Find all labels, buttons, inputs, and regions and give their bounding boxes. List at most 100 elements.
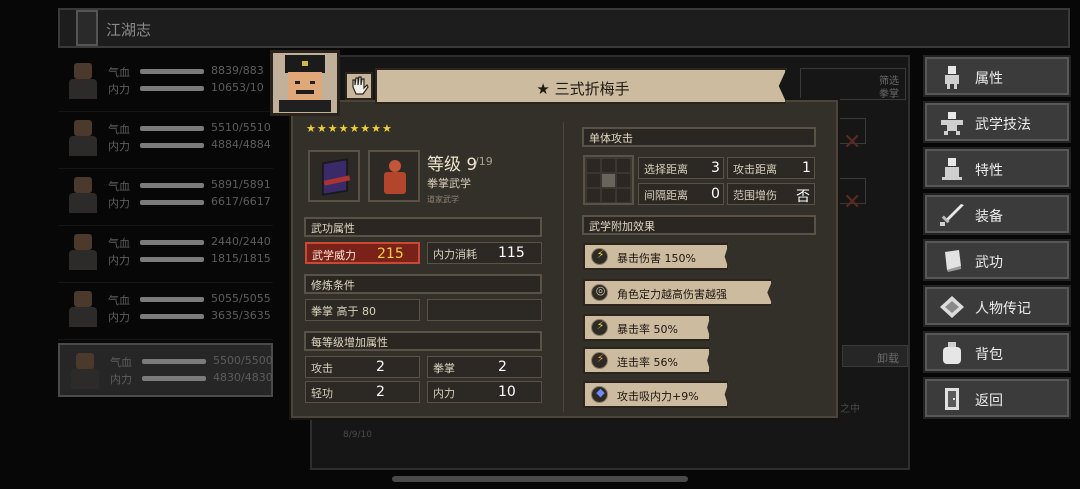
focus-icon: ◎: [591, 284, 608, 301]
remove-icon: ✕: [843, 130, 862, 155]
character-row[interactable]: 气血 5891/5891 内力 6617/6617: [58, 169, 273, 226]
hp-label: 气血: [108, 294, 130, 307]
effects-section-header: 武学附加效果: [582, 215, 816, 235]
menu-label: 武学技法: [975, 117, 1031, 133]
character-portrait: [66, 291, 100, 329]
interval-range-label: 间隔距离: [644, 189, 688, 202]
side-menu: 属性 武学技法 特性 装备 武功 人物传记 背包 返回: [923, 55, 1071, 423]
requirement-cell-empty: [427, 299, 542, 321]
character-row[interactable]: 气血 5510/5510 内力 4884/4884: [58, 112, 273, 169]
remove-icon: ✕: [843, 190, 862, 215]
door-icon: [945, 388, 959, 410]
journal-icon: [76, 10, 98, 46]
skill-school-sub: 道家武学: [427, 195, 459, 204]
character-portrait: [66, 177, 100, 215]
menu-attributes-button[interactable]: 属性: [923, 55, 1071, 97]
trait-icon: [942, 158, 962, 180]
scroll-icon: [940, 296, 964, 318]
per-level-value: 10: [498, 384, 516, 400]
range-grid: [583, 155, 634, 205]
power-label: 武学威力: [312, 249, 356, 262]
hp-label: 气血: [108, 180, 130, 193]
power-cell: 武学威力 215: [305, 242, 420, 264]
palm-icon: [345, 72, 373, 100]
hp-value: 5891/5891: [211, 178, 271, 191]
hp-bar: [140, 240, 204, 245]
effect-text: 暴击伤害 150%: [617, 252, 696, 265]
interval-range-cell: 间隔距离 0: [638, 183, 724, 205]
background-text: 之中: [840, 404, 860, 415]
character-portrait: [66, 234, 100, 272]
character-portrait: [66, 120, 100, 158]
effect-combo-rate: ⚡ 连击率 56%: [583, 347, 711, 374]
menu-biography-button[interactable]: 人物传记: [923, 285, 1071, 327]
select-range-label: 选择距离: [644, 163, 688, 176]
per-level-label: 轻功: [311, 387, 333, 400]
menu-return-button[interactable]: 返回: [923, 377, 1071, 419]
menu-martial-techniques-button[interactable]: 武学技法: [923, 101, 1071, 143]
menu-label: 武功: [975, 255, 1003, 271]
per-level-attack: 攻击 2: [305, 356, 420, 378]
section-label: 武学附加效果: [589, 220, 655, 233]
hp-bar: [142, 359, 206, 364]
mp-value: 1815/1815: [211, 252, 271, 265]
mp-label: 内力: [108, 254, 130, 267]
unequip-button[interactable]: 卸载: [842, 345, 908, 367]
per-level-agility: 轻功 2: [305, 381, 420, 403]
attack-range-label: 攻击距离: [733, 163, 777, 176]
page-title: 江湖志: [106, 21, 152, 39]
skill-level: 等级 9: [427, 155, 478, 175]
menu-bag-button[interactable]: 背包: [923, 331, 1071, 373]
mp-label: 内力: [108, 83, 130, 96]
character-portrait: [68, 353, 102, 391]
menu-kungfu-button[interactable]: 武功: [923, 239, 1071, 281]
skill-school: 拳掌武学: [427, 177, 471, 190]
hp-value: 2440/2440: [211, 235, 271, 248]
filter-button[interactable]: 筛选 拳掌: [800, 68, 906, 100]
section-label: 每等级增加属性: [311, 336, 388, 349]
hp-label: 气血: [108, 123, 130, 136]
menu-traits-button[interactable]: 特性: [923, 147, 1071, 189]
hp-label: 气血: [108, 237, 130, 250]
character-portrait: [66, 63, 100, 101]
power-value: 215: [377, 246, 404, 262]
mp-bar: [140, 257, 204, 262]
effect-crit-rate: ⚡ 暴击率 50%: [583, 314, 711, 341]
mp-bar: [140, 200, 204, 205]
menu-label: 背包: [975, 347, 1003, 363]
cost-cell: 内力消耗 115: [427, 242, 542, 264]
character-row-selected[interactable]: 气血 5500/5500 内力 4830/4830: [58, 343, 273, 397]
mp-value: 4830/4830: [213, 371, 273, 384]
skill-title: ★ 三式折梅手: [536, 80, 630, 98]
select-range-cell: 选择距离 3: [638, 157, 724, 179]
aoe-bonus-cell: 范围增伤 否: [727, 183, 815, 205]
hp-value: 5055/5055: [211, 292, 271, 305]
drain-icon: ◆: [591, 386, 608, 403]
menu-equipment-button[interactable]: 装备: [923, 193, 1071, 235]
skill-level-max: /19: [475, 155, 493, 168]
skill-book-slot: [308, 150, 360, 202]
column-divider: [563, 122, 564, 412]
top-bar: 江湖志: [58, 8, 1070, 48]
combo-icon: ⚡: [591, 352, 608, 369]
per-level-label: 拳掌: [433, 362, 455, 375]
hp-bar: [140, 297, 204, 302]
character-row[interactable]: 气血 8839/883 内力 10653/10: [58, 55, 273, 112]
character-row[interactable]: 气血 5055/5055 内力 3635/3635: [58, 283, 273, 340]
mp-bar: [142, 376, 206, 381]
effect-drain-inner-power: ◆ 攻击吸内力+9%: [583, 381, 729, 408]
menu-label: 属性: [975, 71, 1003, 87]
mp-label: 内力: [110, 373, 132, 386]
per-level-value: 2: [498, 359, 507, 375]
star-rating: ★★★★★★★★: [306, 122, 393, 135]
skill-type-slot: [368, 150, 420, 202]
hp-bar: [140, 183, 204, 188]
per-level-value: 2: [376, 359, 385, 375]
aoe-bonus-value: 否: [796, 189, 810, 205]
effect-text: 暴击率 50%: [617, 323, 678, 336]
character-row[interactable]: 气血 2440/2440 内力 1815/1815: [58, 226, 273, 283]
per-level-label: 内力: [433, 387, 455, 400]
attack-range-cell: 攻击距离 1: [727, 157, 815, 179]
attack-range-value: 1: [802, 160, 811, 176]
hp-value: 5500/5500: [213, 354, 273, 367]
